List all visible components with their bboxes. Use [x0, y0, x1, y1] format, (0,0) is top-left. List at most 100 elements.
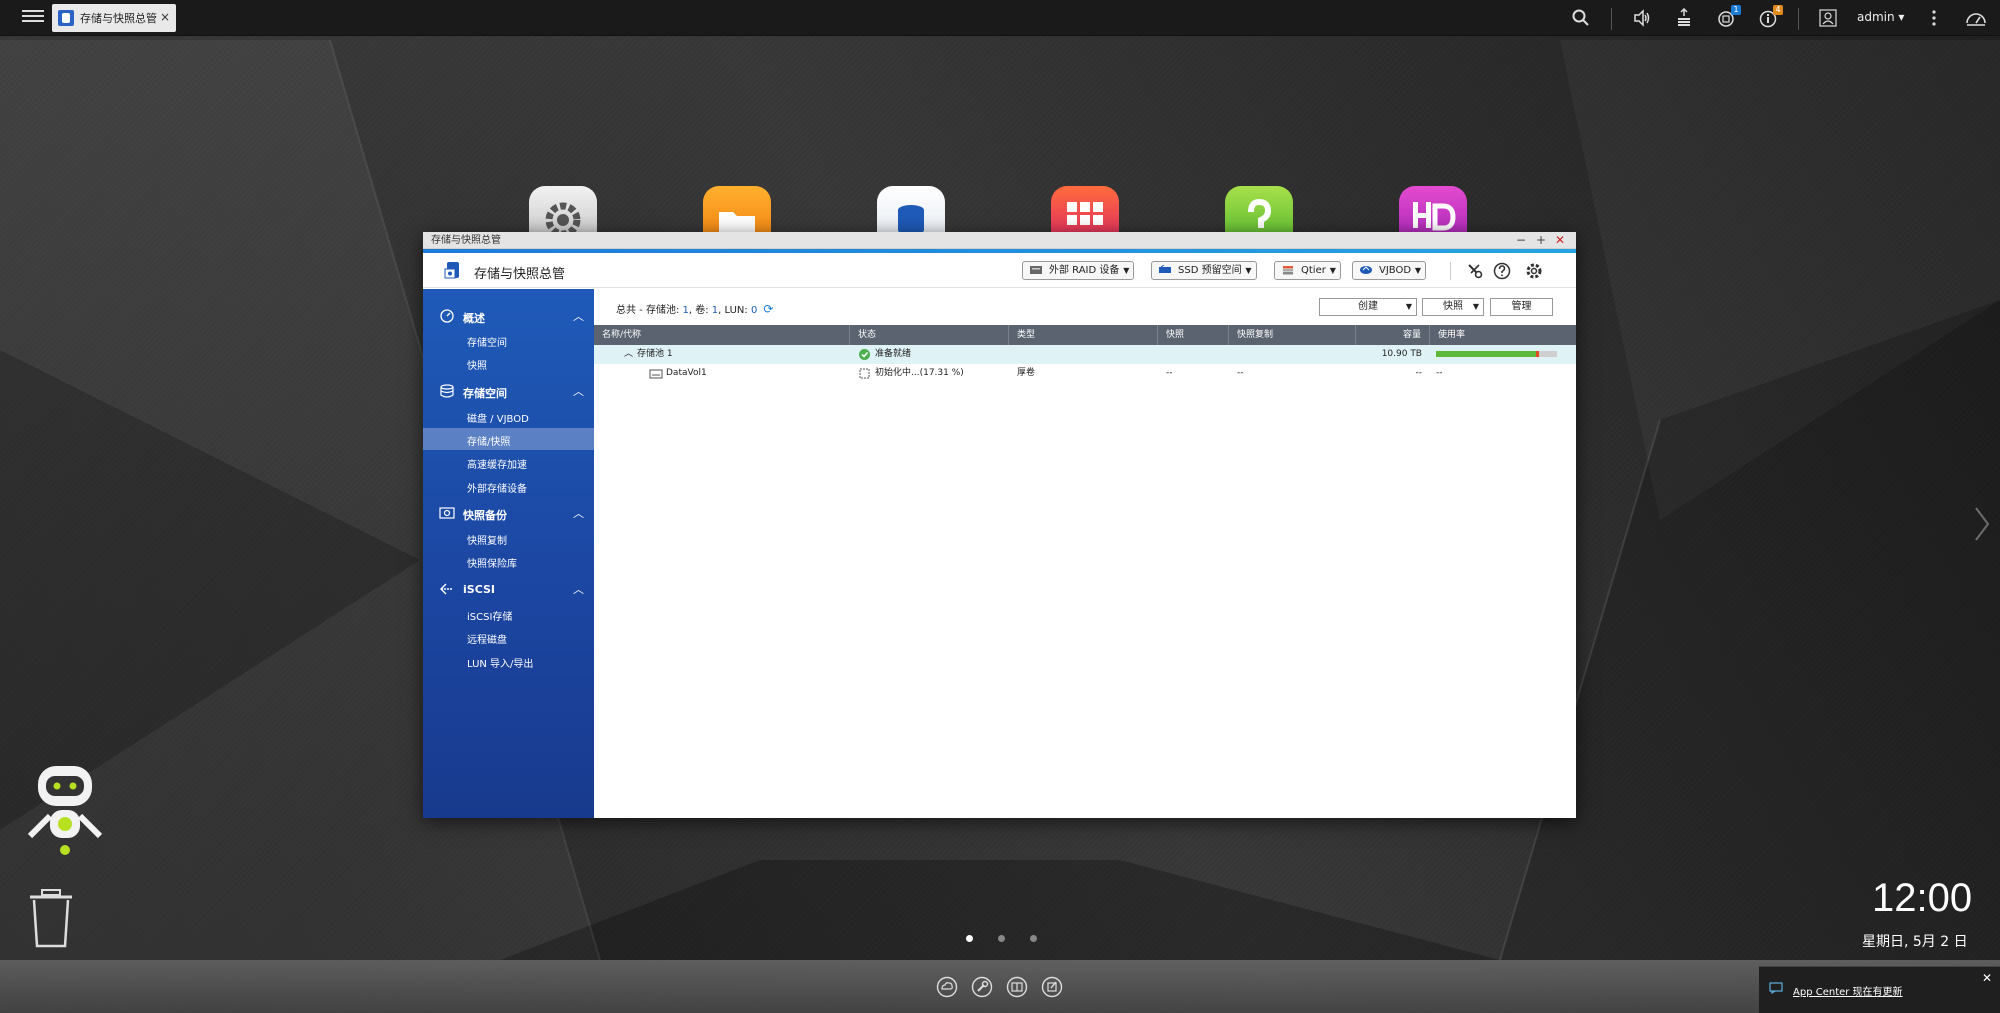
book-icon[interactable] — [1006, 976, 1028, 998]
chevron-down-icon: ▼ — [1414, 266, 1422, 275]
pool-name: 存储池 1 — [637, 349, 673, 359]
settings-gear-icon[interactable] — [1524, 261, 1544, 281]
column-header-capacity[interactable]: 容量 — [1356, 325, 1430, 345]
storage-summary: 总共 - 存储池: 1, 卷: 1, LUN: 0 ⟳ — [616, 301, 773, 316]
manage-label: 管理 — [1511, 301, 1532, 312]
notification-close-button[interactable]: ✕ — [1982, 971, 1992, 985]
desktop-page-dot-3[interactable] — [1030, 935, 1037, 942]
event-notification-icon[interactable]: 4 — [1758, 5, 1783, 28]
sidebar-item-snapshot-vault[interactable]: 快照保险库 — [423, 550, 594, 572]
chevron-right-icon[interactable] — [1972, 506, 1992, 542]
vjbod-icon — [1360, 266, 1372, 274]
trash-icon[interactable] — [28, 888, 74, 948]
window-titlebar[interactable]: 存储与快照总管 − + ✕ — [423, 232, 1576, 249]
sidebar-item-snapshot[interactable]: 快照 — [423, 352, 594, 374]
iscsi-icon — [440, 583, 453, 595]
create-dropdown-button[interactable]: 创建 ▼ — [1319, 298, 1417, 316]
notes-icon[interactable] — [1041, 976, 1063, 998]
ssd-overprovisioning-button[interactable]: SSD 预留空间 ▼ — [1151, 261, 1257, 280]
lun-count: 0 — [750, 305, 758, 316]
pool-usage-bar — [1436, 351, 1557, 357]
sidebar-item-external-storage[interactable]: 外部存储设备 — [423, 475, 594, 497]
ssd-icon — [1159, 265, 1171, 273]
sidebar-section-label: 概述 — [463, 312, 485, 325]
storage-app-icon — [58, 10, 74, 26]
external-raid-button[interactable]: 外部 RAID 设备 ▼ — [1022, 261, 1135, 280]
external-device-icon[interactable]: 1 — [1716, 5, 1741, 28]
sidebar-item-remote-disk[interactable]: 远程磁盘 — [423, 626, 594, 648]
maximize-button[interactable]: + — [1536, 232, 1546, 249]
app-title: 存储与快照总管 — [474, 267, 566, 282]
table-row-storage-pool[interactable]: ︿ 存储池 1 准备就绪 10.90 TB — [594, 345, 1576, 364]
minimize-button[interactable]: − — [1516, 232, 1526, 249]
manage-button[interactable]: 管理 — [1490, 298, 1553, 316]
network-tools-icon[interactable] — [971, 976, 993, 998]
desktop-clock: 12:00 — [1872, 876, 1973, 920]
snapshot-label: 快照 — [1443, 301, 1463, 312]
background-tasks-icon[interactable] — [1674, 8, 1694, 28]
column-header-replication[interactable]: 快照复制 — [1229, 325, 1356, 345]
qtier-icon — [1283, 266, 1293, 275]
volume-icon — [649, 369, 663, 379]
status-ok-icon — [859, 349, 870, 360]
desktop-page-dot-1[interactable] — [966, 935, 973, 942]
sidebar-item-storage-space[interactable]: 存储空间 — [423, 329, 594, 351]
chevron-up-icon: ︿ — [573, 310, 584, 323]
tools-icon[interactable] — [1465, 261, 1485, 281]
vjbod-button[interactable]: VJBOD ▼ — [1352, 261, 1427, 280]
usage-bar-marker — [1535, 351, 1539, 357]
sidebar-item-lun-import-export[interactable]: LUN 导入/导出 — [423, 650, 594, 672]
sidebar-item-snapshot-replication[interactable]: 快照复制 — [423, 527, 594, 549]
sidebar-item-cache-acceleration[interactable]: 高速缓存加速 — [423, 451, 594, 473]
sidebar-section-iscsi[interactable]: iSCSI ︿ — [423, 577, 594, 601]
volume-icon[interactable] — [1632, 8, 1652, 28]
bottom-dock — [0, 960, 2000, 1013]
snapshot-dropdown-button[interactable]: 快照 ▼ — [1422, 298, 1484, 316]
external-raid-label: 外部 RAID 设备 — [1049, 265, 1120, 276]
column-header-snapshot[interactable]: 快照 — [1158, 325, 1229, 345]
user-avatar-icon[interactable] — [1818, 8, 1838, 28]
sidebar-item-storage-snapshot[interactable]: 存储/快照 — [423, 428, 594, 450]
volume-replication: -- — [1237, 368, 1244, 378]
qoo-assistant-icon[interactable] — [24, 764, 106, 860]
table-row-volume[interactable]: DataVol1 初始化中...(17.31 %) 厚卷 -- -- -- -- — [594, 364, 1576, 383]
taskbar-tab-storage[interactable]: 存储与快照总管 × — [52, 4, 176, 32]
volume-usage: -- — [1436, 368, 1443, 378]
notification-badge: 1 — [1731, 5, 1741, 15]
table-header: 名称/代称 状态 类型 快照 快照复制 容量 使用率 — [594, 325, 1576, 345]
pool-status: 准备就绪 — [875, 349, 912, 359]
search-icon[interactable] — [1571, 8, 1591, 28]
sidebar-item-disks-vjbod[interactable]: 磁盘 / VJBOD — [423, 405, 594, 427]
desktop-page-dot-2[interactable] — [998, 935, 1005, 942]
summary-label: , LUN: — [718, 305, 751, 316]
close-icon[interactable]: × — [160, 10, 170, 24]
usage-bar-fill — [1436, 351, 1539, 357]
column-header-name[interactable]: 名称/代称 — [594, 325, 850, 345]
column-header-usage[interactable]: 使用率 — [1430, 325, 1576, 345]
main-menu-icon[interactable] — [22, 7, 44, 29]
column-header-status[interactable]: 状态 — [850, 325, 1009, 345]
info-badge: 4 — [1773, 5, 1783, 15]
more-options-icon[interactable] — [1924, 8, 1944, 28]
top-bar: 存储与快照总管 × 1 4 admin ▾ — [0, 0, 2000, 36]
close-button[interactable]: ✕ — [1555, 232, 1565, 249]
qtier-button[interactable]: Qtier ▼ — [1274, 261, 1341, 280]
user-menu[interactable]: admin ▾ — [1857, 10, 1904, 24]
sidebar-item-label: 外部存储设备 — [467, 484, 527, 495]
column-header-type[interactable]: 类型 — [1009, 325, 1158, 345]
notification-link[interactable]: App Center 现在有更新 — [1793, 983, 1903, 998]
sidebar-section-snapshot-backup[interactable]: 快照备份 ︿ — [423, 501, 594, 525]
sidebar-section-storage[interactable]: 存储空间 ︿ — [423, 379, 594, 403]
cloud-icon[interactable] — [936, 976, 958, 998]
sidebar-item-label: 远程磁盘 — [467, 635, 507, 646]
help-icon[interactable] — [1492, 261, 1512, 281]
sidebar-item-iscsi-storage[interactable]: iSCSI存储 — [423, 603, 594, 625]
sidebar-section-overview[interactable]: 概述 ︿ — [423, 304, 594, 328]
notification-toast: App Center 现在有更新 ✕ — [1759, 966, 2000, 1013]
expand-chevron-icon[interactable]: ︿ — [624, 345, 633, 364]
volume-capacity: -- — [1415, 368, 1423, 378]
dashboard-icon[interactable] — [1964, 8, 1988, 28]
sidebar-item-label: 快照 — [467, 361, 487, 372]
sidebar: 概述 ︿ 存储空间 快照 存储空间 ︿ 磁盘 / VJBOD 存储/快照 高速缓… — [423, 289, 594, 818]
refresh-icon[interactable]: ⟳ — [763, 302, 773, 316]
